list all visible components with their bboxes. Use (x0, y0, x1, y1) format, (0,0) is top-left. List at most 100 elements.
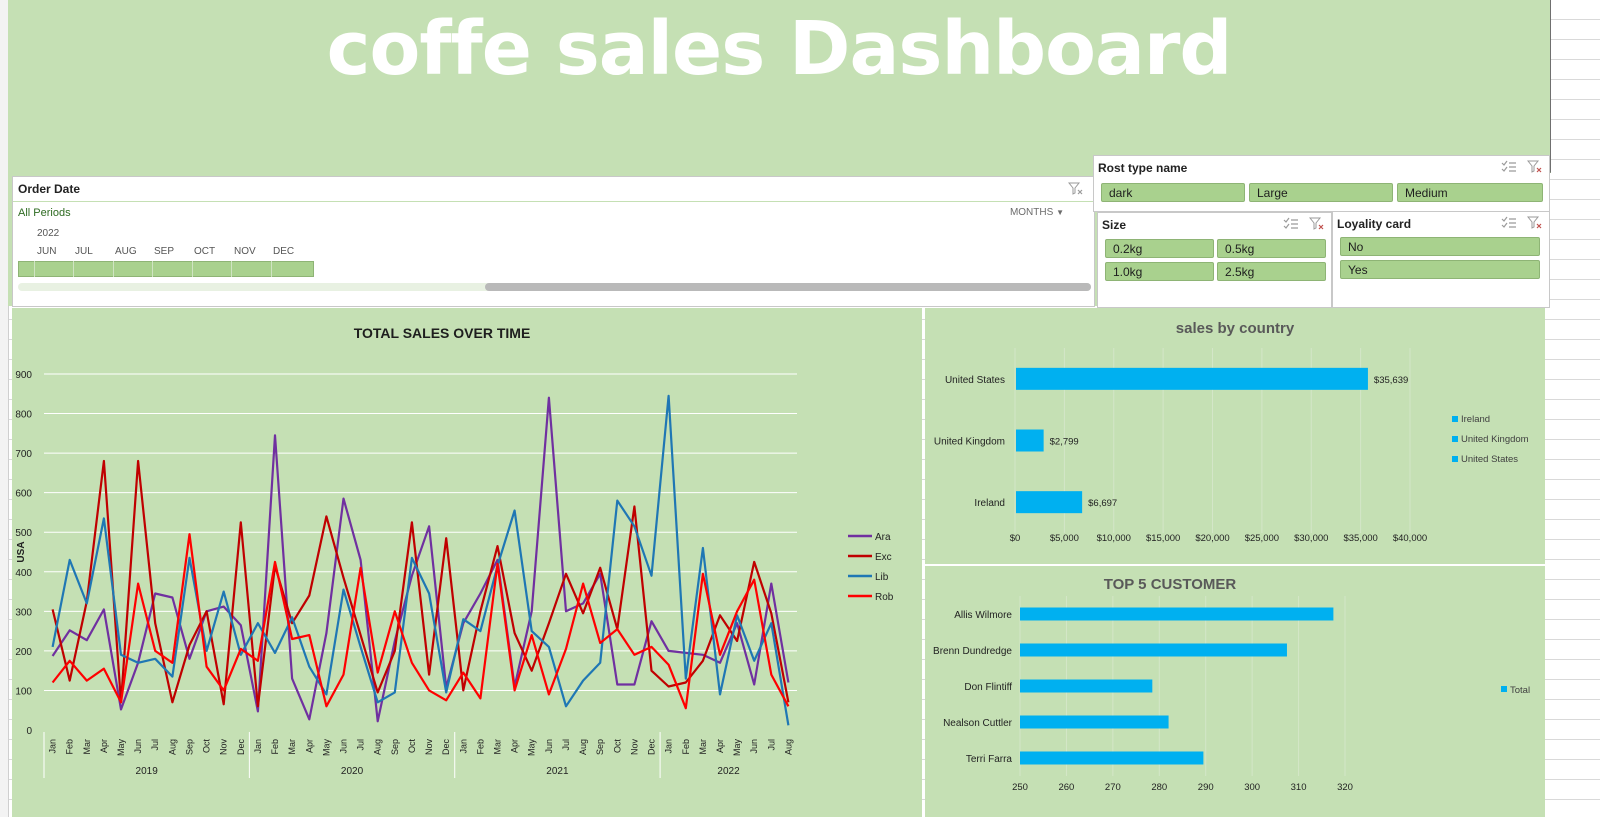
legend-label: Ara (875, 532, 891, 543)
x-tick-label: May (321, 739, 331, 757)
timeline-tick (73, 261, 74, 277)
time-level-dropdown[interactable]: MONTHS ▼ (1010, 207, 1064, 218)
clear-filter-icon[interactable] (1527, 216, 1543, 230)
timeline-tick (231, 261, 232, 277)
roast-type-slicer: Rost type name dark Large Medium (1093, 155, 1550, 212)
x-year-label: 2019 (136, 766, 159, 777)
category-label: Allis Wilmore (954, 610, 1012, 621)
slicer-item-yes[interactable]: Yes (1340, 260, 1540, 279)
x-tick-label: Jan (253, 739, 263, 754)
x-year-label: 2022 (717, 766, 740, 777)
slicer-item-1-0kg[interactable]: 1.0kg (1105, 262, 1214, 281)
x-tick-label: Dec (441, 739, 451, 756)
y-tick-label: 500 (15, 528, 32, 539)
multi-select-icon[interactable] (1283, 217, 1299, 231)
slicer-item-medium[interactable]: Medium (1397, 183, 1543, 202)
slicer-item-0-5kg[interactable]: 0.5kg (1217, 239, 1326, 258)
x-tick-label: Oct (202, 739, 212, 754)
x-tick-label: Mar (698, 739, 708, 755)
x-year-label: 2021 (546, 766, 569, 777)
x-tick-label: Jan (48, 739, 58, 754)
x-tick-label: Nov (629, 739, 639, 756)
bar (1016, 367, 1368, 390)
x-tick-label: 300 (1244, 782, 1260, 793)
legend-label: Ireland (1461, 414, 1490, 425)
x-tick-label: Oct (612, 739, 622, 754)
sales-by-country-panel[interactable]: sales by country $0 $5,000 $10,000 $15,000 $… (925, 308, 1545, 564)
legend-swatch (1452, 456, 1458, 462)
total-sales-chart-panel[interactable]: TOTAL SALES OVER TIME 0 100 200 300 400 500 60… (12, 308, 922, 817)
slicer-item-large[interactable]: Large (1249, 183, 1393, 202)
timeline-month-dec: DEC (273, 246, 295, 257)
x-tick-label: Oct (407, 739, 417, 754)
x-tick-label: May (732, 739, 742, 757)
timeline-selection-bar[interactable] (18, 261, 314, 277)
timeline-month-oct: OCT (194, 246, 216, 257)
x-tick-label: 320 (1337, 782, 1353, 793)
data-label: $2,799 (1050, 437, 1079, 448)
y-tick-label: 900 (15, 370, 32, 381)
x-year-label: 2020 (341, 766, 364, 777)
y-tick-label: 200 (15, 647, 32, 658)
x-tick-label: May (527, 739, 537, 757)
y-tick-label: 400 (15, 568, 32, 579)
slicer-item-2-5kg[interactable]: 2.5kg (1217, 262, 1326, 281)
dashboard-title: coffe sales Dashboard (326, 6, 1233, 92)
x-tick-label: Sep (184, 739, 194, 755)
x-tick-label: $0 (1010, 533, 1021, 544)
legend-swatch (1452, 416, 1458, 422)
timeline-tick (271, 261, 272, 277)
size-slicer: Size 0.2kg 0.5kg 1.0kg 2.5kg (1097, 212, 1332, 308)
x-tick-label: Jul (356, 739, 366, 751)
top-customers-panel[interactable]: TOP 5 CUSTOMER 250 260 270 280 290 300 310 320 A… (925, 566, 1545, 817)
x-tick-label: Apr (304, 739, 314, 753)
x-tick-label: Jun (749, 739, 759, 754)
country-chart-svg: $0 $5,000 $10,000 $15,000 $20,000 $25,000 $30,… (934, 348, 1529, 544)
timeline-month-nov: NOV (234, 246, 256, 257)
order-date-timeline[interactable]: Order Date All Periods MONTHS ▼ 2022 JUN… (12, 176, 1095, 307)
y-tick-label: 600 (15, 489, 32, 500)
x-tick-label: Jul (766, 739, 776, 751)
x-tick-label: $30,000 (1294, 533, 1328, 544)
line-chart-svg: 0 100 200 300 400 500 600 700 800 900 USA Jan Feb Mar… (15, 370, 894, 778)
slicer-item-dark[interactable]: dark (1101, 183, 1245, 202)
y-tick-label: 100 (15, 686, 32, 697)
x-tick-label: 270 (1105, 782, 1121, 793)
x-tick-label: Aug (578, 739, 588, 755)
multi-select-icon[interactable] (1501, 160, 1517, 174)
x-tick-label: 310 (1291, 782, 1307, 793)
data-label: $35,639 (1374, 375, 1408, 386)
multi-select-icon[interactable] (1501, 216, 1517, 230)
legend-label: United Kingdom (1461, 434, 1529, 445)
timeline-scrollbar-thumb[interactable] (485, 283, 1091, 291)
timeline-divider (13, 201, 1094, 202)
x-tick-label: Jun (544, 739, 554, 754)
timeline-month-jul: JUL (75, 246, 93, 257)
clear-filter-icon[interactable] (1068, 182, 1084, 196)
x-tick-label: $35,000 (1343, 533, 1377, 544)
x-tick-label: Dec (236, 739, 246, 756)
x-tick-label: Sep (595, 739, 605, 755)
slicer-header: Size (1102, 218, 1127, 232)
slicer-item-no[interactable]: No (1340, 237, 1540, 256)
clear-filter-icon[interactable] (1527, 160, 1543, 174)
clear-filter-icon[interactable] (1309, 217, 1325, 231)
loyalty-card-slicer: Loyality card No Yes (1332, 211, 1550, 308)
x-tick-label: Mar (82, 739, 92, 755)
slicer-item-0-2kg[interactable]: 0.2kg (1105, 239, 1214, 258)
category-label: United States (945, 375, 1005, 386)
x-tick-label: Feb (475, 739, 485, 755)
timeline-tick (192, 261, 193, 277)
legend-label: Rob (875, 592, 894, 603)
timeline-tick (34, 261, 35, 277)
x-tick-label: $10,000 (1097, 533, 1131, 544)
customer-chart-svg: 250 260 270 280 290 300 310 320 Allis Wilmore Bre… (933, 596, 1530, 793)
x-tick-label: Aug (783, 739, 793, 755)
x-tick-label: May (116, 739, 126, 757)
x-tick-label: Nov (424, 739, 434, 756)
legend-swatch (1452, 436, 1458, 442)
category-label: Nealson Cuttler (943, 718, 1013, 729)
x-tick-label: Jul (561, 739, 571, 751)
x-tick-label: Mar (287, 739, 297, 755)
x-tick-label: Jan (458, 739, 468, 754)
